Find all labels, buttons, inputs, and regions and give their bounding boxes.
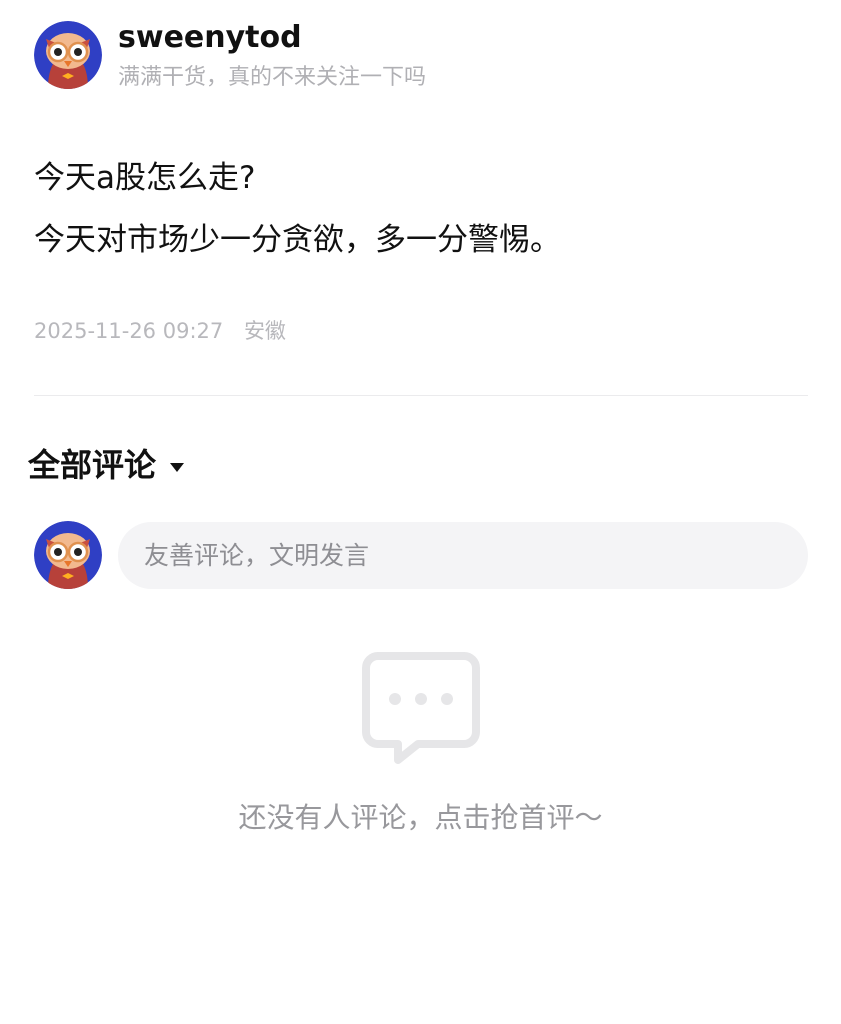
divider (34, 395, 808, 396)
post-body: 今天对市场少一分贪欲，多一分警惕。 (34, 222, 561, 258)
caret-down-icon (170, 462, 185, 472)
owl-mascot-avatar-icon (34, 521, 102, 589)
comments-sort-dropdown[interactable]: 全部评论 (28, 442, 185, 488)
post-location: 安徽 (243, 319, 286, 343)
post-meta: 2025-11-26 09:27 安徽 (34, 316, 286, 346)
comment-input[interactable] (118, 522, 808, 589)
comments-title: 全部评论 (28, 446, 157, 484)
owl-mascot-avatar-icon (34, 21, 102, 89)
chat-bubble-dots-icon (362, 652, 480, 764)
empty-comments-prompt[interactable]: 还没有人评论，点击抢首评～ (0, 798, 841, 838)
author-avatar[interactable] (34, 21, 102, 89)
author-bio: 满满干货，真的不来关注一下吗 (118, 65, 427, 90)
author-name[interactable]: sweenytod (118, 18, 302, 58)
post-detail-page: sweenytod 满满干货，真的不来关注一下吗 今天a股怎么走? 今天对市场少… (0, 0, 841, 1024)
post-datetime: 2025-11-26 09:27 (34, 319, 224, 343)
post-title: 今天a股怎么走? (34, 160, 256, 196)
current-user-avatar[interactable] (34, 521, 102, 589)
